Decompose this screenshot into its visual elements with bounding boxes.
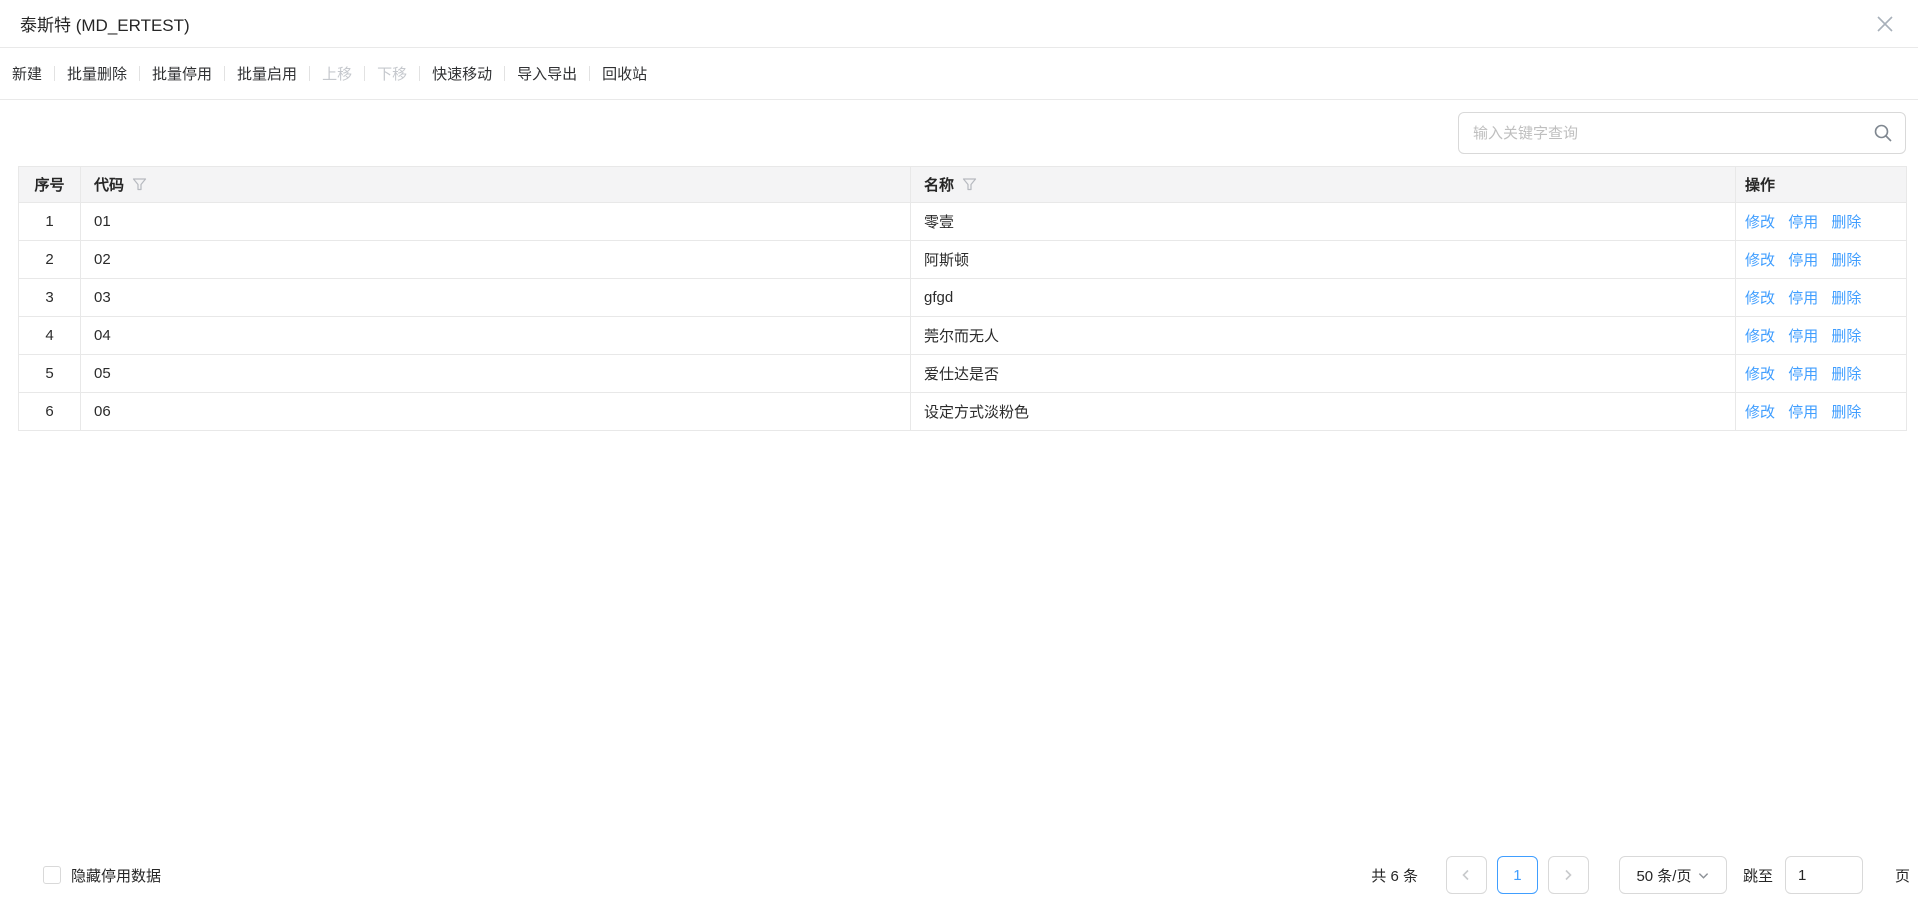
hide-disabled-label: 隐藏停用数据 (71, 865, 161, 886)
filter-icon[interactable] (132, 177, 147, 192)
edit-link[interactable]: 修改 (1745, 404, 1775, 421)
disable-link[interactable]: 停用 (1788, 404, 1818, 421)
toolbar-batch-enable-button[interactable]: 批量启用 (225, 63, 309, 84)
page-number-button[interactable]: 1 (1497, 856, 1538, 894)
next-page-button[interactable] (1548, 856, 1589, 894)
row-name: 阿斯顿 (911, 241, 1736, 279)
jump-to-label: 跳至 (1743, 865, 1773, 886)
table-row: 6 06 设定方式淡粉色 修改 停用 删除 (19, 393, 1907, 431)
row-index: 3 (19, 279, 81, 317)
row-index: 2 (19, 241, 81, 279)
prev-page-button[interactable] (1446, 856, 1487, 894)
column-header-name-label: 名称 (924, 174, 954, 195)
disable-link[interactable]: 停用 (1788, 252, 1818, 269)
close-button[interactable] (1872, 11, 1898, 37)
page-number-label: 1 (1513, 867, 1521, 884)
column-header-code-label: 代码 (94, 174, 124, 195)
pagination: 共 6 条 1 50 条/页 跳至 (1371, 856, 1910, 894)
column-header-code: 代码 (81, 167, 911, 203)
chevron-right-icon (1562, 869, 1574, 881)
column-header-actions: 操作 (1736, 167, 1907, 203)
row-name: 零壹 (911, 203, 1736, 241)
row-code: 04 (81, 317, 911, 355)
toolbar-batch-disable-button[interactable]: 批量停用 (140, 63, 224, 84)
filter-icon[interactable] (962, 177, 977, 192)
table-row: 3 03 gfgd 修改 停用 删除 (19, 279, 1907, 317)
hide-disabled-checkbox[interactable] (43, 866, 61, 884)
row-code: 01 (81, 203, 911, 241)
delete-link[interactable]: 删除 (1831, 290, 1861, 307)
toolbar-quick-move-button[interactable]: 快速移动 (420, 63, 504, 84)
toolbar-move-down-button: 下移 (365, 63, 419, 84)
table-header-row: 序号 代码 名称 (19, 167, 1907, 203)
data-table: 序号 代码 名称 (18, 166, 1907, 431)
title-bar: 泰斯特 (MD_ERTEST) (0, 0, 1918, 48)
row-name: gfgd (911, 279, 1736, 317)
footer: 隐藏停用数据 共 6 条 1 50 条/页 (0, 855, 1918, 895)
dialog-window: 泰斯特 (MD_ERTEST) 新建 批量删除 批量停用 批量启用 上移 下移 … (0, 0, 1918, 907)
disable-link[interactable]: 停用 (1788, 328, 1818, 345)
edit-link[interactable]: 修改 (1745, 328, 1775, 345)
row-name: 莞尔而无人 (911, 317, 1736, 355)
edit-link[interactable]: 修改 (1745, 252, 1775, 269)
hide-disabled-checkbox-group[interactable]: 隐藏停用数据 (43, 865, 161, 886)
close-icon (1875, 14, 1895, 34)
table-row: 1 01 零壹 修改 停用 删除 (19, 203, 1907, 241)
page-suffix-label: 页 (1895, 865, 1910, 886)
toolbar-recycle-bin-button[interactable]: 回收站 (590, 63, 659, 84)
page-size-select[interactable]: 50 条/页 (1619, 856, 1727, 894)
table-row: 5 05 爱仕达是否 修改 停用 删除 (19, 355, 1907, 393)
table-row: 4 04 莞尔而无人 修改 停用 删除 (19, 317, 1907, 355)
edit-link[interactable]: 修改 (1745, 290, 1775, 307)
row-code: 03 (81, 279, 911, 317)
row-code: 02 (81, 241, 911, 279)
chevron-left-icon (1460, 869, 1472, 881)
column-header-name: 名称 (911, 167, 1736, 203)
row-code: 06 (81, 393, 911, 431)
delete-link[interactable]: 删除 (1831, 214, 1861, 231)
edit-link[interactable]: 修改 (1745, 214, 1775, 231)
search-input[interactable] (1458, 112, 1906, 154)
row-index: 5 (19, 355, 81, 393)
total-count: 共 6 条 (1371, 865, 1418, 886)
toolbar-new-button[interactable]: 新建 (12, 63, 54, 84)
column-header-index: 序号 (19, 167, 81, 203)
search-box (1458, 112, 1906, 154)
row-code: 05 (81, 355, 911, 393)
delete-link[interactable]: 删除 (1831, 404, 1861, 421)
jump-page-input[interactable] (1785, 856, 1863, 894)
disable-link[interactable]: 停用 (1788, 366, 1818, 383)
row-index: 6 (19, 393, 81, 431)
row-index: 4 (19, 317, 81, 355)
toolbar: 新建 批量删除 批量停用 批量启用 上移 下移 快速移动 导入导出 回收站 (0, 48, 1918, 100)
delete-link[interactable]: 删除 (1831, 252, 1861, 269)
search-row (0, 100, 1918, 166)
dialog-title: 泰斯特 (MD_ERTEST) (20, 11, 190, 36)
row-name: 设定方式淡粉色 (911, 393, 1736, 431)
delete-link[interactable]: 删除 (1831, 366, 1861, 383)
disable-link[interactable]: 停用 (1788, 290, 1818, 307)
table-row: 2 02 阿斯顿 修改 停用 删除 (19, 241, 1907, 279)
delete-link[interactable]: 删除 (1831, 328, 1861, 345)
row-name: 爱仕达是否 (911, 355, 1736, 393)
disable-link[interactable]: 停用 (1788, 214, 1818, 231)
toolbar-batch-delete-button[interactable]: 批量删除 (55, 63, 139, 84)
edit-link[interactable]: 修改 (1745, 366, 1775, 383)
chevron-down-icon (1698, 870, 1709, 881)
row-index: 1 (19, 203, 81, 241)
page-size-label: 50 条/页 (1636, 865, 1691, 886)
search-icon[interactable] (1873, 123, 1893, 143)
toolbar-import-export-button[interactable]: 导入导出 (505, 63, 589, 84)
toolbar-move-up-button: 上移 (310, 63, 364, 84)
